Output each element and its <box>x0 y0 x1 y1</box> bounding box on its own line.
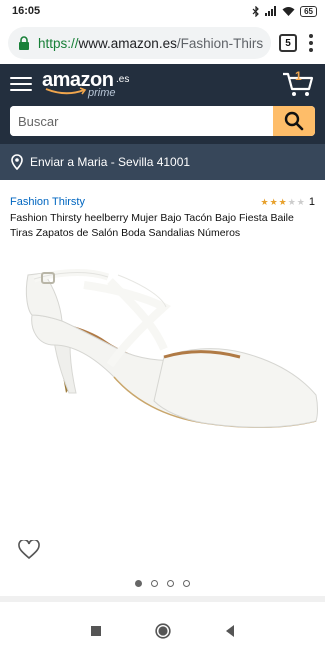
cart-count: 1 <box>295 69 302 83</box>
star-icon: ★ <box>278 196 287 207</box>
amazon-logo[interactable]: amazon .es prime <box>42 67 142 101</box>
deliver-to-bar[interactable]: Enviar a Maria - Sevilla 41001 <box>0 144 325 180</box>
recents-button-icon[interactable] <box>89 624 103 638</box>
star-rating[interactable]: ★ ★ ★ ★ ★ <box>260 196 305 207</box>
product-title: Fashion Thirsty heelberry Mujer Bajo Tac… <box>10 212 294 239</box>
smile-arrow-icon <box>45 87 87 95</box>
url-path: /Fashion-Thirsty <box>176 35 263 51</box>
star-icon: ★ <box>269 196 278 207</box>
lock-icon <box>19 36 29 50</box>
android-nav-bar <box>0 612 325 650</box>
browser-toolbar: https://www.amazon.es/Fashion-Thirsty 5 <box>0 22 325 64</box>
wishlist-heart-icon[interactable] <box>18 540 40 560</box>
deliver-label: Enviar a Maria - Sevilla 41001 <box>30 155 191 169</box>
search-input[interactable] <box>10 106 273 136</box>
search-box <box>10 106 315 136</box>
carousel-dot[interactable] <box>135 580 142 587</box>
logo-prime: prime <box>88 87 116 99</box>
location-pin-icon <box>11 154 23 170</box>
bluetooth-icon <box>252 5 259 17</box>
search-button[interactable] <box>273 106 315 136</box>
search-icon <box>284 111 304 131</box>
status-icons: 65 <box>252 5 317 17</box>
browser-menu-button[interactable] <box>305 34 317 52</box>
amazon-header: amazon .es prime 1 <box>0 64 325 104</box>
status-time: 16:05 <box>12 5 41 17</box>
star-icon: ★ <box>260 196 269 207</box>
url-scheme: https:// <box>38 35 79 51</box>
home-button-icon[interactable] <box>154 623 171 639</box>
product-meta-row: Fashion Thirsty ★ ★ ★ ★ ★ 1 <box>10 194 315 210</box>
carousel-dot[interactable] <box>167 580 174 587</box>
url-bar[interactable]: https://www.amazon.es/Fashion-Thirsty <box>8 27 271 59</box>
url-text: https://www.amazon.es/Fashion-Thirsty <box>38 36 263 51</box>
star-icon: ★ <box>287 196 296 207</box>
cart-button[interactable]: 1 <box>281 69 315 98</box>
carousel-dot[interactable] <box>183 580 190 587</box>
carousel-dot[interactable] <box>151 580 158 587</box>
product-image <box>25 269 318 429</box>
wifi-icon <box>282 7 295 16</box>
tab-switcher-button[interactable]: 5 <box>279 34 297 52</box>
signal-icon <box>265 6 277 16</box>
status-bar: 16:05 65 <box>0 0 325 22</box>
logo-tld: .es <box>116 74 130 85</box>
search-section <box>0 104 325 144</box>
review-count[interactable]: 1 <box>309 196 315 208</box>
battery-icon: 65 <box>300 5 317 17</box>
hamburger-menu-icon[interactable] <box>10 77 32 91</box>
product-image-carousel[interactable] <box>10 245 318 587</box>
back-button-icon[interactable] <box>223 624 237 638</box>
url-host: www.amazon.es <box>78 35 177 51</box>
carousel-indicators <box>10 580 315 587</box>
brand-link[interactable]: Fashion Thirsty <box>10 196 260 208</box>
product-card: Fashion Thirsty ★ ★ ★ ★ ★ 1 Fashion Thirsty … <box>0 180 325 587</box>
star-icon: ★ <box>296 196 305 207</box>
section-divider <box>0 596 325 602</box>
